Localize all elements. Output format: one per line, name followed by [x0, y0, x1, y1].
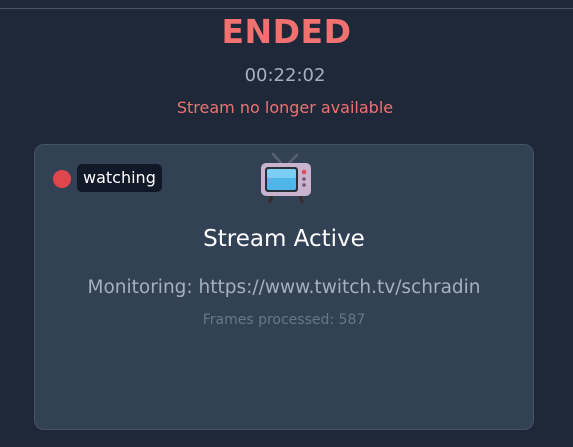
monitoring-label: Monitoring: — [87, 277, 193, 298]
monitoring-line: Monitoring: https://www.twitch.tv/schrad… — [35, 275, 533, 301]
watching-badge: watching — [77, 164, 162, 192]
stream-card: watching Stream Active Monitoring: https… — [34, 144, 534, 430]
recording-indicator-icon — [53, 170, 71, 188]
top-divider — [0, 8, 573, 9]
frames-processed-count: 587 — [338, 312, 366, 328]
stream-status-message: Stream no longer available — [176, 98, 394, 117]
elapsed-time: 00:22:02 — [244, 65, 326, 86]
stream-status-title: ENDED — [221, 12, 352, 51]
frames-processed-line: Frames processed: 587 — [35, 310, 533, 330]
frames-processed-label: Frames processed: — [202, 312, 335, 328]
tv-icon — [261, 152, 311, 204]
monitoring-url: https://www.twitch.tv/schradin — [198, 277, 481, 298]
card-title: Stream Active — [203, 226, 365, 252]
